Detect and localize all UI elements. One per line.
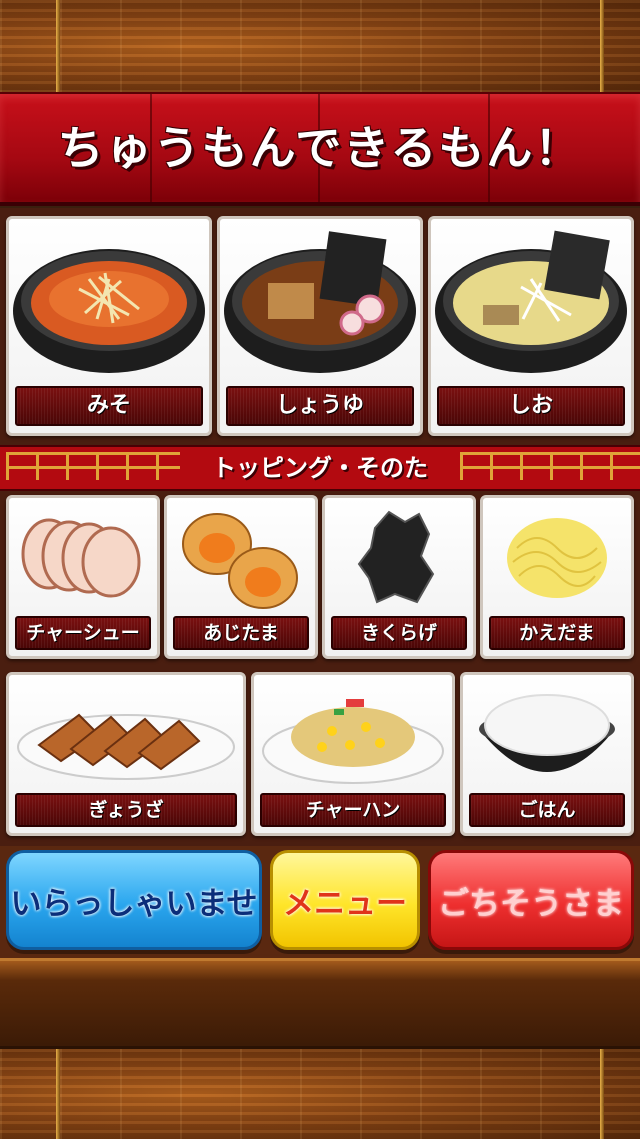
- topping-kaedama-label: かえだま: [489, 616, 625, 650]
- side-gyoza-button[interactable]: ぎょうざ: [6, 672, 246, 836]
- thanks-button[interactable]: ごちそうさま: [428, 850, 634, 950]
- side-chahan-label: チャーハン: [260, 793, 446, 827]
- topping-chashu-button[interactable]: チャーシュー: [6, 495, 160, 659]
- side-chahan-button[interactable]: チャーハン: [251, 672, 455, 836]
- welcome-label: いらっしゃいませ: [10, 886, 258, 922]
- menu-label: メニュー: [283, 886, 407, 922]
- fried-rice-icon: [254, 675, 452, 793]
- topping-kikurage-label: きくらげ: [331, 616, 467, 650]
- topping-kaedama-button[interactable]: かえだま: [480, 495, 634, 659]
- toppings-section-header: トッピング・そのた: [0, 445, 640, 491]
- chashu-icon: [9, 498, 157, 616]
- side-gohan-button[interactable]: ごはん: [460, 672, 634, 836]
- kikurage-mushroom-icon: [325, 498, 473, 616]
- topping-ajitama-button[interactable]: あじたま: [164, 495, 318, 659]
- side-gyoza-label: ぎょうざ: [15, 793, 237, 827]
- ramen-shio-button[interactable]: しお: [428, 216, 634, 436]
- kaedama-noodles-icon: [483, 498, 631, 616]
- ramen-shoyu-button[interactable]: しょうゆ: [217, 216, 423, 436]
- ajitama-egg-icon: [167, 498, 315, 616]
- wood-top-border: [0, 0, 640, 95]
- welcome-button[interactable]: いらっしゃいませ: [6, 850, 262, 950]
- side-gohan-label: ごはん: [469, 793, 625, 827]
- topping-ajitama-label: あじたま: [173, 616, 309, 650]
- thanks-label: ごちそうさま: [438, 886, 624, 922]
- action-button-bar: いらっしゃいませ メニュー ごちそうさま: [0, 846, 640, 958]
- gyoza-icon: [9, 675, 243, 793]
- shio-ramen-icon: [431, 219, 631, 385]
- ramen-shoyu-label: しょうゆ: [226, 386, 414, 426]
- ramen-miso-label: みそ: [15, 386, 203, 426]
- toppings-header-title: トッピング・そのた: [180, 447, 460, 489]
- title-banner: ちゅうもんできるもん！: [0, 92, 640, 206]
- wood-bottom-border: [0, 1046, 640, 1139]
- app-title: ちゅうもんできるもん！: [57, 121, 583, 175]
- wood-counter: [0, 958, 640, 1049]
- rice-bowl-icon: [463, 675, 631, 793]
- ramen-miso-button[interactable]: みそ: [6, 216, 212, 436]
- shoyu-ramen-icon: [220, 219, 420, 385]
- topping-chashu-label: チャーシュー: [15, 616, 151, 650]
- menu-button[interactable]: メニュー: [270, 850, 420, 950]
- topping-kikurage-button[interactable]: きくらげ: [322, 495, 476, 659]
- miso-ramen-icon: [9, 219, 209, 385]
- ramen-shio-label: しお: [437, 386, 625, 426]
